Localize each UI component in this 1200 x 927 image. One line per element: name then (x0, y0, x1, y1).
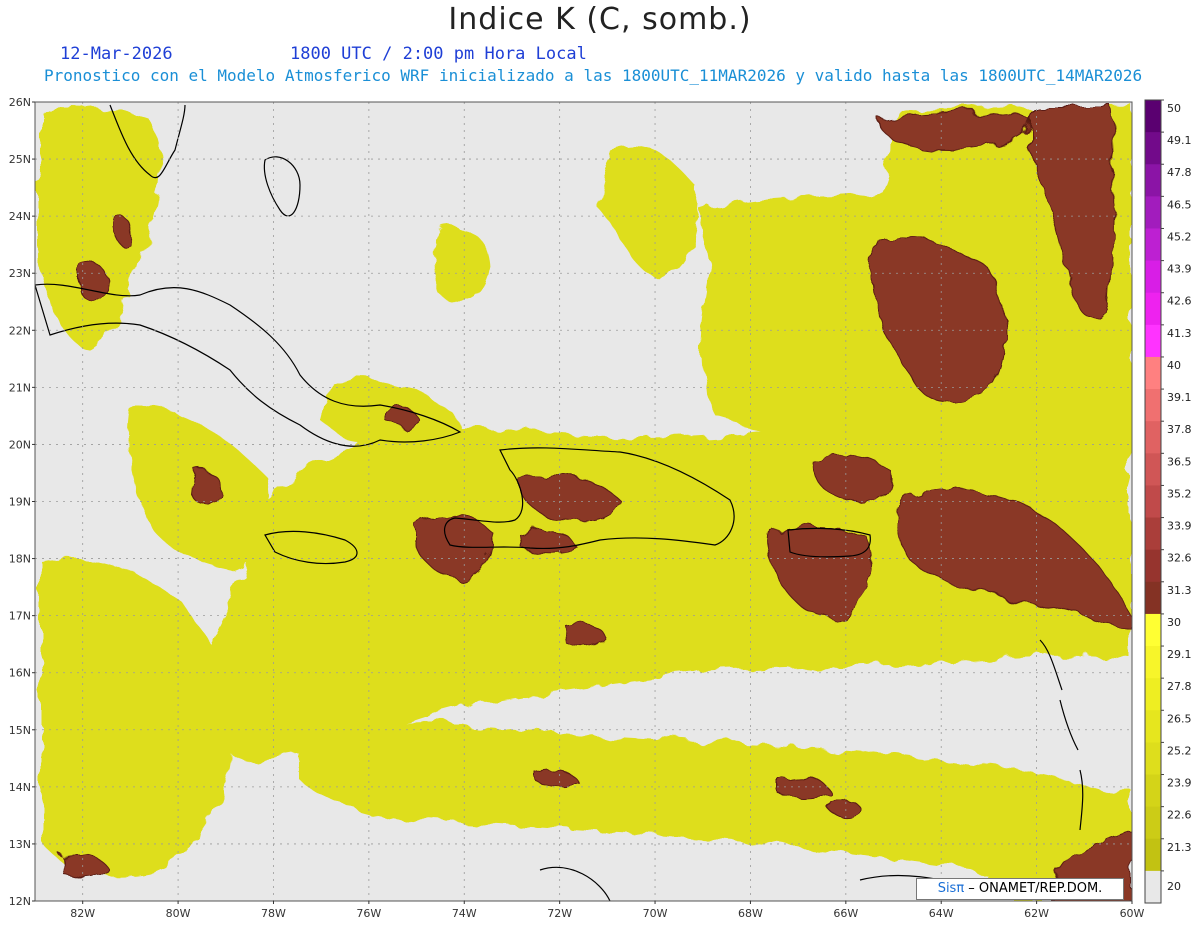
lat-label: 21N (9, 381, 31, 394)
colorbar-swatch (1145, 646, 1161, 679)
lat-label: 14N (9, 781, 31, 794)
lon-label: 78W (261, 907, 286, 920)
colorbar-label: 29.1 (1167, 648, 1192, 661)
colorbar-label: 46.5 (1167, 198, 1192, 211)
colorbar-swatch (1145, 324, 1161, 358)
colorbar-label: 20 (1167, 880, 1181, 893)
lat-label: 25N (9, 153, 31, 166)
lon-label: 68W (738, 907, 763, 920)
colorbar-label: 35.2 (1167, 487, 1192, 500)
colorbar-swatch (1145, 581, 1161, 615)
colorbar-label: 39.1 (1167, 391, 1192, 404)
colorbar-label: 50 (1167, 102, 1181, 115)
colorbar-label: 23.9 (1167, 777, 1192, 790)
colorbar-label: 40 (1167, 359, 1181, 372)
lon-label: 80W (166, 907, 191, 920)
colorbar-swatch (1145, 196, 1161, 229)
lat-label: 23N (9, 267, 31, 280)
colorbar-swatch (1145, 613, 1161, 647)
colorbar-label: 26.5 (1167, 712, 1192, 725)
k-index-map: 26N 25N 24N 23N 22N 21N 20N 19N 18N 17N 16N 15N 14N 1… (9, 96, 1192, 920)
colorbar-label: 47.8 (1167, 166, 1192, 179)
lon-label: 82W (70, 907, 95, 920)
colorbar-label: 27.8 (1167, 680, 1192, 693)
colorbar-swatch (1145, 549, 1161, 583)
lat-label: 26N (9, 96, 31, 109)
colorbar-swatch (1145, 421, 1161, 454)
colorbar-swatch (1145, 228, 1161, 262)
colorbar-swatch (1145, 838, 1161, 872)
colorbar-swatch (1145, 710, 1161, 743)
colorbar-label: 49.1 (1167, 134, 1192, 147)
colorbar-label: 32.6 (1167, 552, 1192, 565)
lon-label: 66W (833, 907, 858, 920)
colorbar-swatch (1145, 292, 1161, 326)
credit-text: – ONAMET/REP.DOM. (964, 881, 1103, 896)
k-index-field (35, 102, 1132, 901)
longitude-labels: 82W 80W 78W 76W 74W 72W 70W 68W 66W 64W 62W 60W (70, 901, 1145, 920)
lat-label: 18N (9, 553, 31, 566)
lon-label: 74W (452, 907, 477, 920)
sis-logo-text: Sisπ (937, 881, 965, 896)
colorbar-swatch (1145, 132, 1161, 165)
lon-label: 76W (356, 907, 381, 920)
lat-label: 13N (9, 838, 31, 851)
colorbar-swatch (1145, 485, 1161, 519)
lat-label: 24N (9, 210, 31, 223)
colorbar-swatch (1145, 678, 1161, 711)
colorbar-label: 43.9 (1167, 263, 1192, 276)
colorbar-label: 41.3 (1167, 327, 1192, 340)
colorbar-swatch (1145, 164, 1161, 197)
lon-label: 72W (547, 907, 572, 920)
latitude-labels: 26N 25N 24N 23N 22N 21N 20N 19N 18N 17N 16N 15N 14N 1… (9, 96, 35, 908)
credit-box: Sisπ – ONAMET/REP.DOM. (916, 878, 1124, 900)
colorbar-swatch (1145, 100, 1161, 133)
colorbar-label: 30 (1167, 616, 1181, 629)
colorbar: 50 49.1 47.8 46.5 45.2 43.9 42.6 41.3 40 39.1 37.8… (1144, 99, 1192, 904)
lat-label: 16N (9, 667, 31, 680)
colorbar-swatch (1145, 260, 1161, 294)
colorbar-label: 33.9 (1167, 520, 1192, 533)
lat-label: 19N (9, 496, 31, 509)
colorbar-swatch (1145, 774, 1161, 808)
lon-label: 62W (1024, 907, 1049, 920)
lat-label: 20N (9, 438, 31, 451)
lat-label: 22N (9, 324, 31, 337)
colorbar-label: 25.2 (1167, 744, 1192, 757)
lat-label: 17N (9, 610, 31, 623)
colorbar-swatch (1145, 742, 1161, 776)
colorbar-label: 36.5 (1167, 455, 1192, 468)
colorbar-label: 31.3 (1167, 584, 1192, 597)
colorbar-label: 21.3 (1167, 841, 1192, 854)
colorbar-swatch (1145, 453, 1161, 486)
lat-label: 12N (9, 895, 31, 908)
colorbar-swatch (1145, 389, 1161, 422)
colorbar-label: 45.2 (1167, 230, 1192, 243)
lon-label: 70W (643, 907, 668, 920)
colorbar-label: 22.6 (1167, 809, 1192, 822)
lon-label: 64W (929, 907, 954, 920)
lat-label: 15N (9, 724, 31, 737)
lon-label: 60W (1120, 907, 1145, 920)
colorbar-label: 37.8 (1167, 423, 1192, 436)
colorbar-swatch (1145, 806, 1161, 840)
colorbar-swatch (1145, 356, 1161, 390)
colorbar-swatch (1145, 870, 1161, 904)
colorbar-label: 42.6 (1167, 295, 1192, 308)
colorbar-swatch (1145, 517, 1161, 551)
